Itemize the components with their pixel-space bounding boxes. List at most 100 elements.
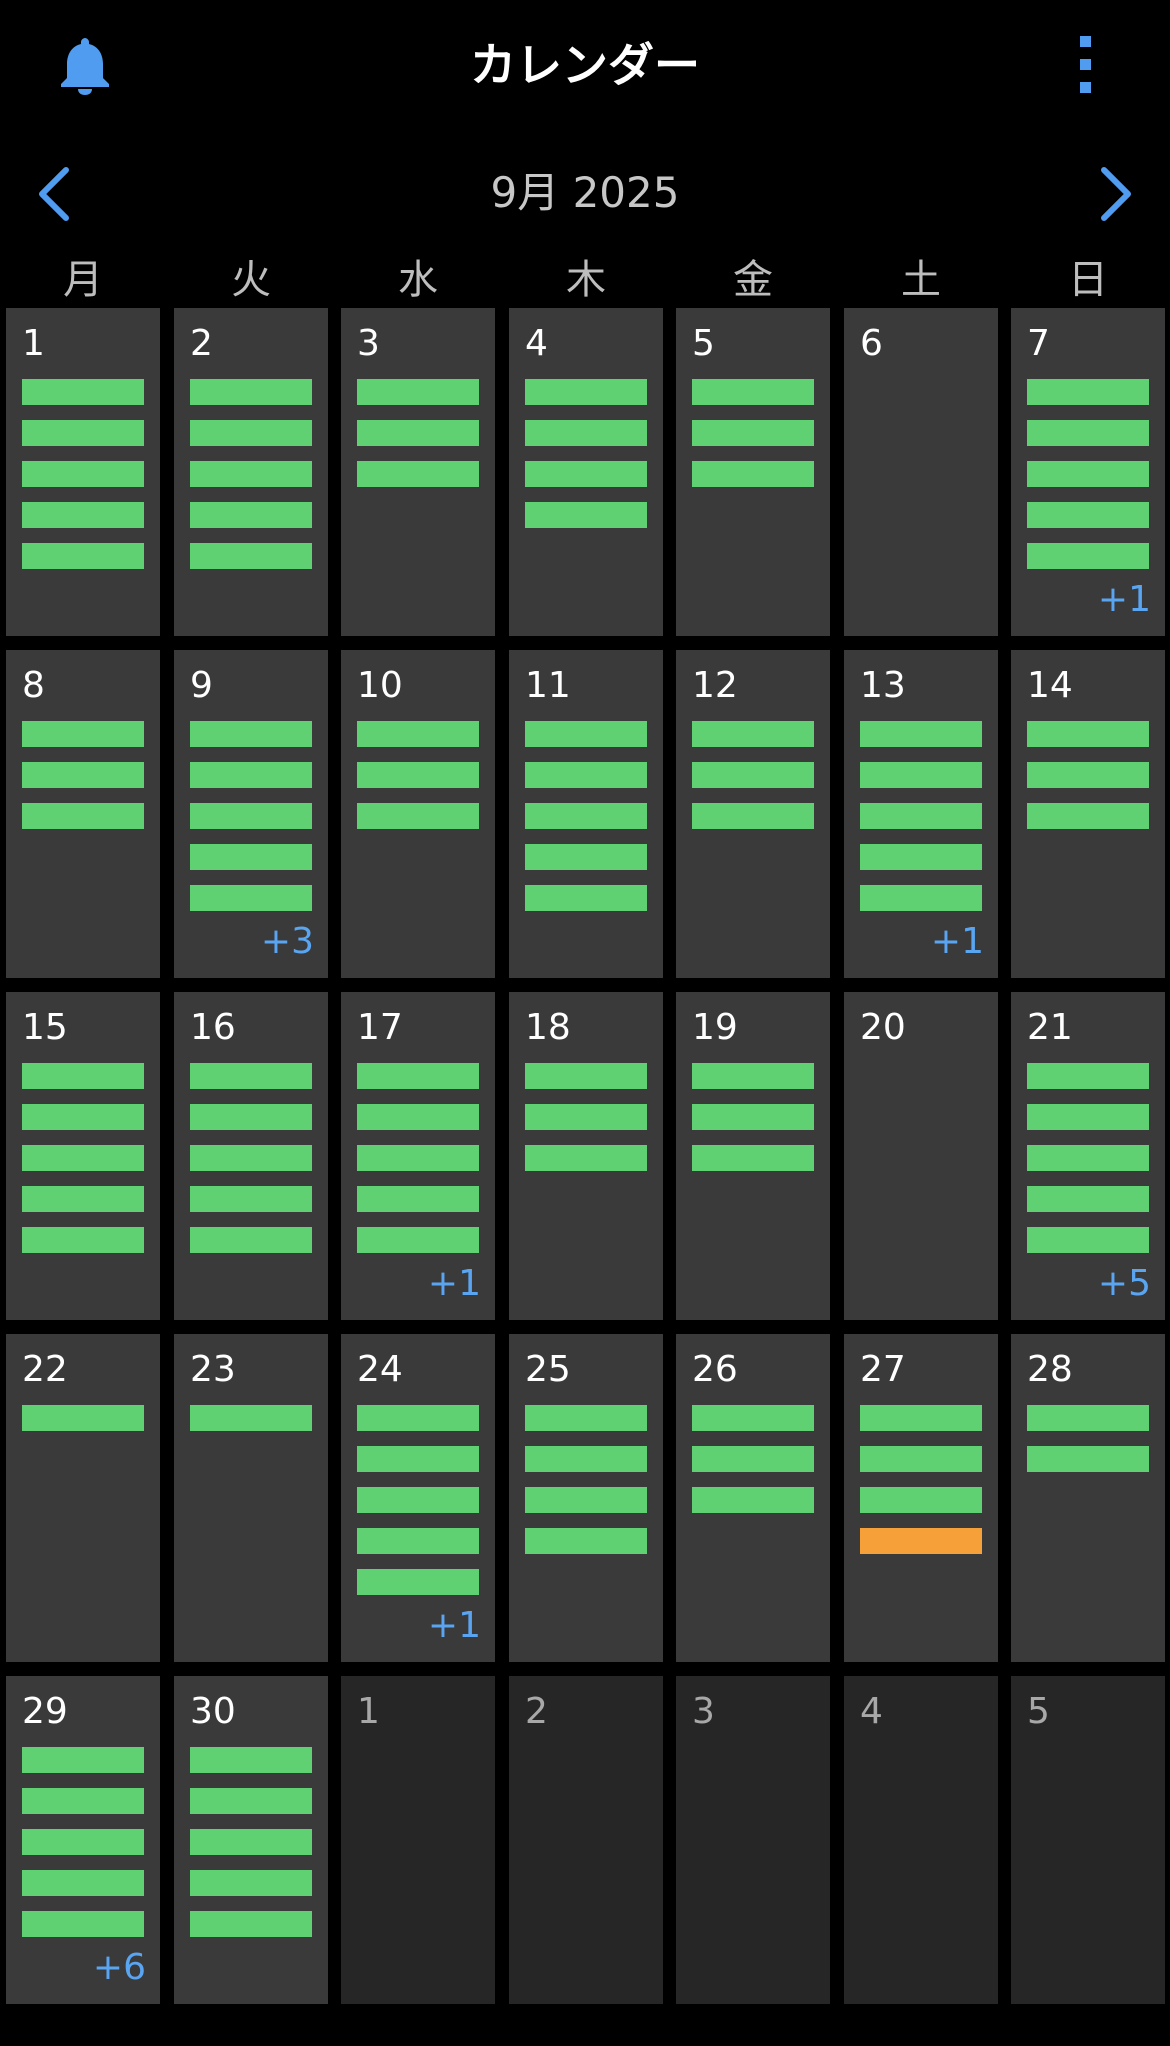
event-bar[interactable] [1027, 1104, 1149, 1130]
day-cell[interactable]: 30 [174, 1676, 328, 2004]
day-cell[interactable]: 20 [844, 992, 998, 1320]
more-events-count[interactable]: +6 [93, 1946, 146, 1990]
event-bar[interactable] [525, 721, 647, 747]
event-bar[interactable] [357, 420, 479, 446]
event-bar[interactable] [190, 502, 312, 528]
event-bar[interactable] [357, 1487, 479, 1513]
day-cell[interactable]: 2 [509, 1676, 663, 2004]
event-bar[interactable] [357, 762, 479, 788]
event-bar[interactable] [1027, 803, 1149, 829]
event-bar[interactable] [357, 379, 479, 405]
more-events-count[interactable]: +3 [261, 920, 314, 964]
event-bar[interactable] [1027, 461, 1149, 487]
event-bar[interactable] [525, 1446, 647, 1472]
day-cell[interactable]: 2 [174, 308, 328, 636]
day-cell[interactable]: 23 [174, 1334, 328, 1662]
day-cell[interactable]: 3 [341, 308, 495, 636]
event-bar[interactable] [357, 461, 479, 487]
day-cell[interactable]: 4 [844, 1676, 998, 2004]
chevron-right-icon[interactable] [1088, 164, 1140, 224]
day-cell[interactable]: 18 [509, 992, 663, 1320]
day-cell[interactable]: 28 [1011, 1334, 1165, 1662]
event-bar[interactable] [357, 1186, 479, 1212]
event-bar[interactable] [22, 721, 144, 747]
day-cell[interactable]: 8 [6, 650, 160, 978]
event-bar[interactable] [692, 1104, 814, 1130]
more-events-count[interactable]: +1 [1098, 578, 1151, 622]
day-cell[interactable]: 6 [844, 308, 998, 636]
event-bar[interactable] [525, 1405, 647, 1431]
event-bar[interactable] [692, 420, 814, 446]
event-bar[interactable] [525, 1145, 647, 1171]
day-cell[interactable]: 27 [844, 1334, 998, 1662]
event-bar[interactable] [357, 1104, 479, 1130]
event-bar[interactable] [692, 1487, 814, 1513]
event-bar[interactable] [357, 1569, 479, 1595]
event-bar[interactable] [1027, 1145, 1149, 1171]
event-bar[interactable] [357, 1145, 479, 1171]
event-bar[interactable] [22, 1829, 144, 1855]
event-bar[interactable] [525, 461, 647, 487]
event-bar[interactable] [692, 1446, 814, 1472]
event-bar[interactable] [190, 420, 312, 446]
event-bar[interactable] [22, 461, 144, 487]
event-bar[interactable] [22, 1186, 144, 1212]
event-bar[interactable] [1027, 1446, 1149, 1472]
day-cell[interactable]: 10 [341, 650, 495, 978]
event-bar[interactable] [525, 420, 647, 446]
day-cell[interactable]: 12 [676, 650, 830, 978]
day-cell[interactable]: 7 +1 [1011, 308, 1165, 636]
day-cell[interactable]: 29 +6 [6, 1676, 160, 2004]
event-bar[interactable] [190, 543, 312, 569]
event-bar[interactable] [22, 543, 144, 569]
more-events-count[interactable]: +1 [931, 920, 984, 964]
event-bar[interactable] [1027, 762, 1149, 788]
event-bar[interactable] [22, 1227, 144, 1253]
event-bar[interactable] [860, 1446, 982, 1472]
day-cell[interactable]: 9 +3 [174, 650, 328, 978]
day-cell[interactable]: 17 +1 [341, 992, 495, 1320]
event-bar[interactable] [692, 461, 814, 487]
more-events-count[interactable]: +1 [428, 1262, 481, 1306]
event-bar[interactable] [692, 1063, 814, 1089]
event-bar[interactable] [190, 1063, 312, 1089]
event-bar[interactable] [525, 502, 647, 528]
event-bar[interactable] [357, 1528, 479, 1554]
event-bar[interactable] [190, 1104, 312, 1130]
event-bar[interactable] [357, 721, 479, 747]
event-bar[interactable] [22, 803, 144, 829]
event-bar[interactable] [1027, 420, 1149, 446]
event-bar[interactable] [1027, 543, 1149, 569]
day-cell[interactable]: 1 [6, 308, 160, 636]
event-bar[interactable] [525, 762, 647, 788]
day-cell[interactable]: 22 [6, 1334, 160, 1662]
event-bar[interactable] [1027, 502, 1149, 528]
event-bar[interactable] [525, 379, 647, 405]
day-cell[interactable]: 1 [341, 1676, 495, 2004]
event-bar[interactable] [190, 461, 312, 487]
event-bar[interactable] [1027, 1063, 1149, 1089]
event-bar[interactable] [692, 762, 814, 788]
event-bar[interactable] [525, 803, 647, 829]
event-bar[interactable] [190, 1186, 312, 1212]
event-bar[interactable] [22, 1104, 144, 1130]
event-bar[interactable] [22, 762, 144, 788]
event-bar[interactable] [525, 844, 647, 870]
more-vertical-icon[interactable] [1068, 34, 1104, 96]
event-bar[interactable] [22, 1870, 144, 1896]
day-cell[interactable]: 21 +5 [1011, 992, 1165, 1320]
event-bar[interactable] [357, 1405, 479, 1431]
event-bar[interactable] [22, 1911, 144, 1937]
event-bar[interactable] [860, 762, 982, 788]
event-bar[interactable] [190, 1405, 312, 1431]
event-bar[interactable] [190, 1829, 312, 1855]
event-bar[interactable] [357, 1446, 479, 1472]
day-cell[interactable]: 13 +1 [844, 650, 998, 978]
day-cell[interactable]: 15 [6, 992, 160, 1320]
event-bar[interactable] [22, 1788, 144, 1814]
more-events-count[interactable]: +1 [428, 1604, 481, 1648]
event-bar[interactable] [860, 803, 982, 829]
day-cell[interactable]: 26 [676, 1334, 830, 1662]
event-bar[interactable] [190, 379, 312, 405]
event-bar[interactable] [190, 721, 312, 747]
